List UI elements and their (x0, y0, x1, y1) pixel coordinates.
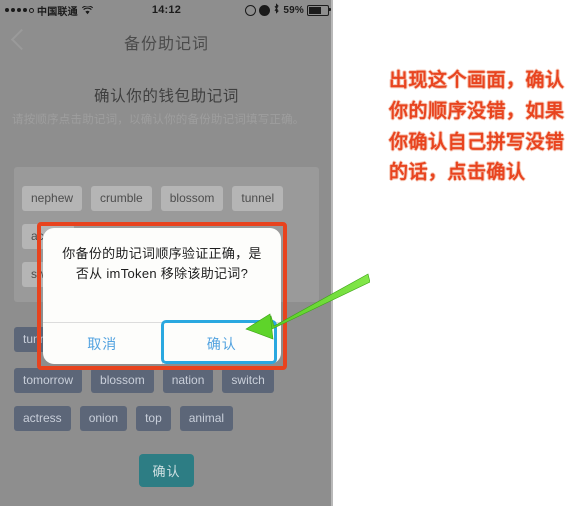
status-bar: 中国联通 14:12 59% (0, 0, 333, 20)
selected-word-chip[interactable]: tomorrow (14, 368, 83, 393)
selected-word-chip[interactable]: blossom (91, 368, 154, 393)
word-chip[interactable]: blossom (160, 186, 224, 211)
selected-word-chip[interactable]: animal (179, 406, 234, 431)
word-chip[interactable]: tunnel (232, 186, 284, 211)
selected-row-2: tomorrow blossom nation switch (14, 368, 274, 393)
battery-icon (307, 4, 331, 16)
phone-screenshot-edge (331, 0, 333, 506)
alarm-icon (259, 4, 271, 16)
battery-percent-label: 59% (283, 4, 304, 16)
section-subtitle: 请按顺序点击助记词，以确认你的备份助记词填写正确。 (12, 114, 305, 126)
annotation-text: 出现这个画面，确认你的顺序没错，如果你确认自己拼写没错的话，点击确认 (389, 70, 565, 184)
selected-word-chip[interactable]: switch (222, 368, 274, 393)
page-confirm-button[interactable]: 确认 (139, 454, 194, 487)
nav-bar: 备份助记词 (0, 20, 333, 64)
page-title: 备份助记词 (123, 36, 209, 53)
green-arrow-icon (240, 270, 371, 345)
selected-word-chip[interactable]: top (136, 406, 171, 431)
selected-row-3: actress onion top animal (14, 406, 234, 431)
status-bar-right: 59% (245, 0, 331, 20)
word-chip[interactable]: crumble (91, 186, 152, 211)
bluetooth-icon (273, 3, 280, 17)
section-heading: 确认你的钱包助记词 (94, 88, 239, 105)
rotation-lock-icon (245, 4, 257, 16)
selected-word-chip[interactable]: actress (14, 406, 71, 431)
screenshot-canvas: 中国联通 14:12 59% 备份助记词 确认你的钱包助记词 请按顺序点击助记词… (0, 0, 570, 506)
word-chip[interactable]: nephew (22, 186, 83, 211)
word-bank-row-1: nephew crumble blossom tunnel (22, 186, 284, 211)
selected-word-chip[interactable]: onion (79, 406, 128, 431)
selected-word-chip[interactable]: nation (162, 368, 214, 393)
